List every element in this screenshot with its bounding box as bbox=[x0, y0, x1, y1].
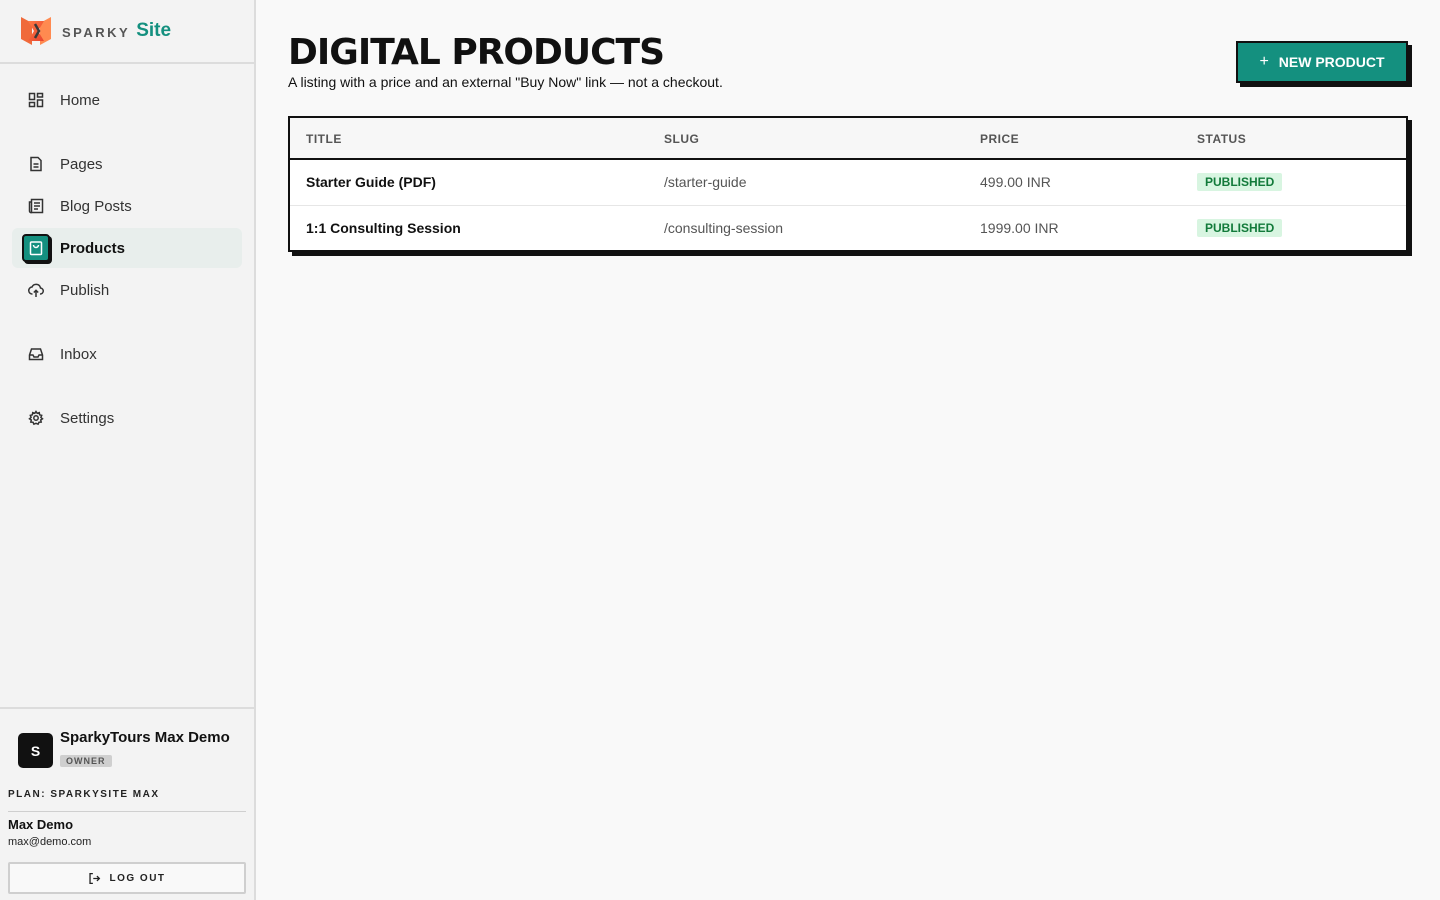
sidebar-item-settings[interactable]: Settings bbox=[12, 398, 242, 438]
sidebar-item-label: Home bbox=[60, 91, 101, 109]
sidebar-item-label: Blog Posts bbox=[60, 197, 132, 215]
logout-icon bbox=[89, 872, 101, 884]
shopping-bag-icon bbox=[22, 234, 50, 262]
product-slug: /consulting-session bbox=[664, 220, 784, 236]
blog-icon bbox=[22, 192, 50, 220]
sparky-logo-icon bbox=[21, 17, 51, 45]
cloud-upload-icon bbox=[22, 276, 50, 304]
table-row[interactable]: Starter Guide (PDF) /starter-guide 499.0… bbox=[290, 160, 1406, 205]
logout-label: LOG OUT bbox=[109, 872, 166, 884]
brand[interactable]: SPARKY Site bbox=[0, 0, 254, 64]
home-grid-icon bbox=[22, 86, 50, 114]
sidebar-item-label: Inbox bbox=[60, 345, 97, 363]
page-icon bbox=[22, 150, 50, 178]
column-header-slug[interactable]: SLUG bbox=[664, 132, 699, 146]
column-header-status[interactable]: STATUS bbox=[1197, 132, 1246, 146]
user-name: Max Demo bbox=[8, 817, 74, 832]
inbox-icon bbox=[22, 340, 50, 368]
product-price: 1999.00 INR bbox=[980, 220, 1059, 236]
sidebar-item-inbox[interactable]: Inbox bbox=[12, 334, 242, 374]
user-email: max@demo.com bbox=[8, 836, 92, 848]
table-row[interactable]: 1:1 Consulting Session /consulting-sessi… bbox=[290, 205, 1406, 250]
brand-site: Site bbox=[136, 20, 172, 41]
products-table: TITLE SLUG PRICE STATUS Starter Guide (P… bbox=[288, 116, 1408, 252]
product-title[interactable]: 1:1 Consulting Session bbox=[306, 220, 461, 236]
sidebar-item-label: Publish bbox=[60, 281, 110, 299]
sidebar-item-label: Products bbox=[60, 239, 126, 257]
page-title: DIGITAL PRODUCTS bbox=[288, 32, 665, 73]
status-badge: PUBLISHED bbox=[1197, 219, 1283, 237]
sidebar-item-pages[interactable]: Pages bbox=[12, 144, 242, 184]
sidebar-item-blog-posts[interactable]: Blog Posts bbox=[12, 186, 242, 226]
sidebar-item-label: Settings bbox=[60, 409, 115, 427]
sidebar-item-products[interactable]: Products bbox=[12, 228, 242, 268]
account-name: SparkyTours Max Demo bbox=[60, 729, 230, 746]
sidebar-item-home[interactable]: Home bbox=[12, 80, 242, 120]
sidebar-item-publish[interactable]: Publish bbox=[12, 270, 242, 310]
plus-icon: + bbox=[1259, 53, 1269, 70]
product-price: 499.00 INR bbox=[980, 174, 1051, 190]
new-product-button[interactable]: + NEW PRODUCT bbox=[1236, 41, 1408, 83]
logout-button[interactable]: LOG OUT bbox=[8, 862, 246, 894]
sidebar-item-label: Pages bbox=[60, 155, 103, 173]
divider bbox=[8, 811, 246, 812]
column-header-price[interactable]: PRICE bbox=[980, 132, 1019, 146]
page-subtitle: A listing with a price and an external "… bbox=[288, 74, 723, 90]
role-badge: OWNER bbox=[60, 755, 112, 767]
sidebar: SPARKY Site Home Pages Blog Posts Produc… bbox=[0, 0, 256, 900]
brand-sparky: SPARKY bbox=[62, 25, 131, 40]
gear-icon bbox=[22, 404, 50, 432]
avatar: S bbox=[18, 733, 53, 768]
product-slug: /starter-guide bbox=[664, 174, 747, 190]
column-header-title[interactable]: TITLE bbox=[306, 132, 342, 146]
new-product-label: NEW PRODUCT bbox=[1278, 54, 1385, 70]
account-panel: S SparkyTours Max Demo OWNER PLAN: SPARK… bbox=[0, 707, 254, 900]
status-badge: PUBLISHED bbox=[1197, 173, 1283, 191]
table-header: TITLE SLUG PRICE STATUS bbox=[290, 118, 1406, 160]
product-title[interactable]: Starter Guide (PDF) bbox=[306, 174, 436, 190]
plan-label: PLAN: SPARKYSITE MAX bbox=[8, 789, 160, 800]
